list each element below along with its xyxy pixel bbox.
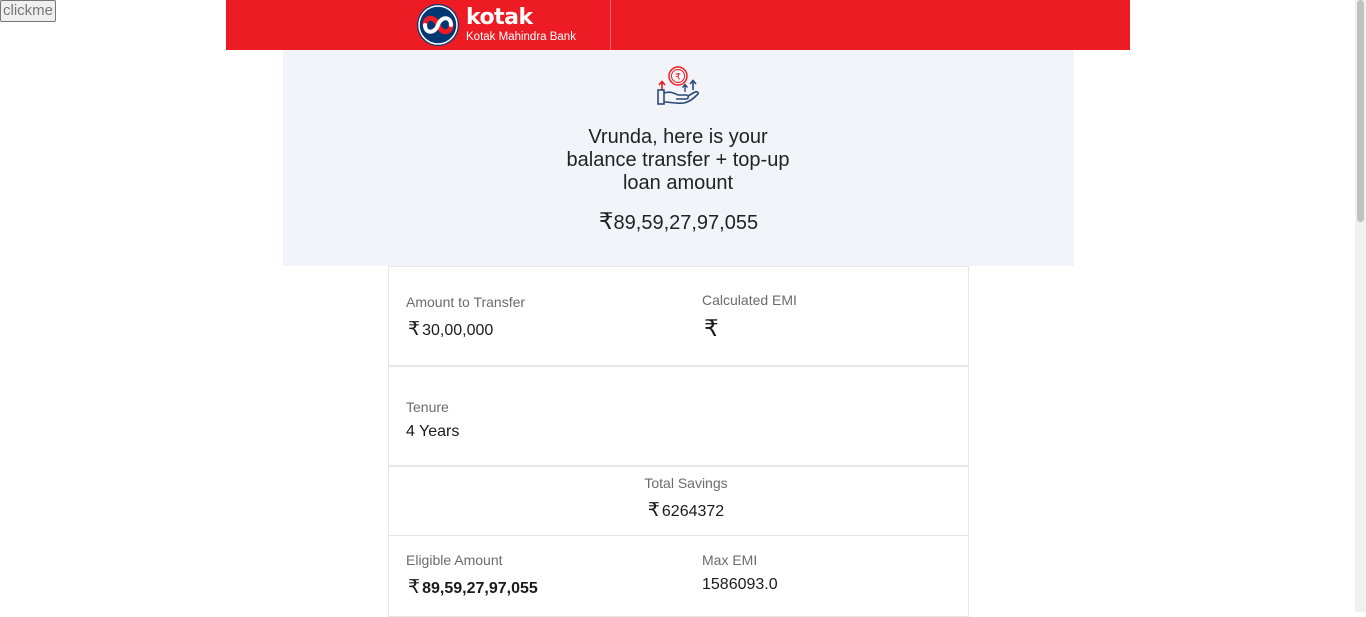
total-savings-number: 6264372: [661, 503, 725, 520]
tenure-label: Tenure: [406, 399, 449, 415]
hero-title-line: loan amount: [622, 172, 734, 194]
total-savings-card: Total Savings ₹6264372: [388, 466, 969, 536]
rupee-icon: ₹: [408, 576, 421, 598]
total-savings-value: ₹6264372: [389, 499, 983, 521]
rupee-icon: ₹: [647, 499, 660, 521]
max-emi-label: Max EMI: [702, 552, 758, 568]
brand-subtitle: Kotak Mahindra Bank: [466, 30, 576, 43]
header-bar: kotak Kotak Mahindra Bank: [226, 0, 1130, 50]
eligible-amount-value: ₹89,59,27,97,055: [408, 576, 538, 598]
transfer-emi-card: Amount to Transfer ₹30,00,000 Calculated…: [388, 266, 969, 366]
loan-amount-hero: ₹ Vrunda, here is your balance transfer …: [283, 50, 1074, 266]
total-loan-amount: ₹89,59,27,97,055: [283, 209, 1074, 235]
calculated-emi-label: Calculated EMI: [702, 292, 797, 308]
max-emi-value: 1586093.0: [702, 576, 778, 593]
tenure-card: Tenure 4 Years: [388, 366, 969, 466]
rupee-icon: ₹: [704, 316, 719, 342]
calculated-emi-value: ₹: [704, 316, 721, 342]
svg-text:₹: ₹: [675, 73, 681, 83]
hero-title: Vrunda, here is your balance transfer + …: [528, 126, 828, 195]
eligible-amount-label: Eligible Amount: [406, 552, 503, 568]
hero-title-line: balance transfer + top-up: [566, 149, 790, 171]
tenure-value: 4 Years: [406, 423, 460, 440]
total-loan-amount-value: 89,59,27,97,055: [613, 212, 759, 234]
header-divider: [610, 0, 611, 50]
total-savings-label: Total Savings: [644, 475, 728, 491]
kotak-logo-icon: [417, 4, 459, 46]
rupee-icon: ₹: [598, 209, 614, 235]
kotak-logo[interactable]: kotak Kotak Mahindra Bank: [416, 3, 576, 47]
brand-name: kotak: [466, 4, 533, 30]
rupee-icon: ₹: [408, 318, 421, 340]
scrollbar-thumb[interactable]: [1357, 0, 1364, 222]
eligible-amount-number: 89,59,27,97,055: [422, 580, 538, 597]
amount-to-transfer-label: Amount to Transfer: [406, 294, 526, 310]
amount-to-transfer-value: ₹30,00,000: [408, 318, 493, 340]
hero-title-line: Vrunda, here is your: [588, 126, 768, 148]
rupee-hand-growth-icon: ₹: [657, 66, 700, 105]
clickme-button[interactable]: clickme: [0, 0, 57, 22]
amount-to-transfer-number: 30,00,000: [422, 322, 494, 339]
eligibility-card: Eligible Amount ₹89,59,27,97,055 Max EMI…: [388, 535, 969, 617]
page-scrollbar[interactable]: [1355, 0, 1366, 612]
